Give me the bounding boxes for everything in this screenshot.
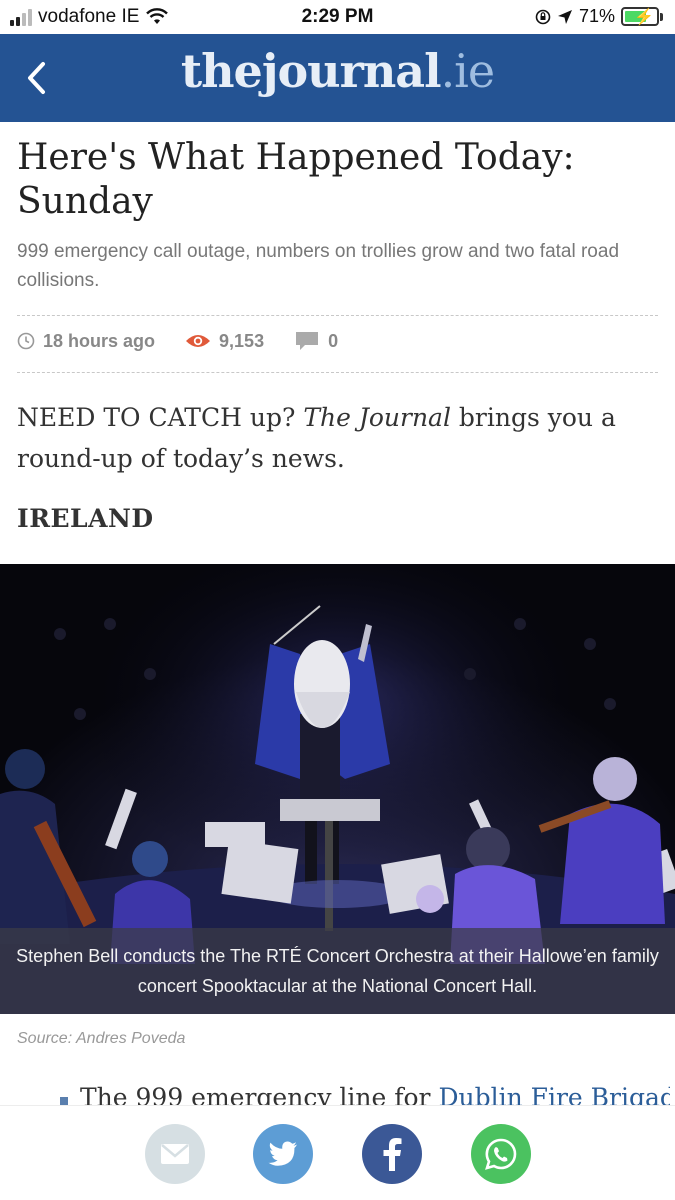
share-whatsapp-button[interactable]: [471, 1124, 531, 1184]
bullet-text-plain: The 999 emergency line for: [80, 1083, 439, 1107]
share-bar: [0, 1105, 675, 1200]
view-count: 9,153: [219, 330, 265, 351]
article-title: Here's What Happened Today: Sunday: [17, 137, 575, 222]
meta-divider-bottom: [17, 372, 658, 373]
meta-comments[interactable]: 0: [294, 330, 338, 352]
image-caption: Stephen Bell conducts the The RTÉ Concer…: [0, 928, 675, 1014]
intro-publication: The Journal: [303, 403, 451, 432]
section-heading: IRELAND: [17, 504, 154, 533]
battery-nub: [660, 12, 663, 21]
bullet-item: The 999 emergency line for Dublin Fire B…: [60, 1083, 670, 1107]
twitter-icon: [268, 1141, 297, 1166]
status-right: 71% ⚡: [535, 6, 663, 27]
article-intro: NEED TO CATCH up? The Journal brings you…: [17, 397, 657, 479]
clock-icon: [17, 332, 35, 350]
comment-count: 0: [328, 330, 339, 351]
logo-tld: .ie: [440, 44, 496, 98]
eye-icon: [186, 335, 211, 347]
status-bar: vodafone IE 2:29 PM 71% ⚡: [0, 0, 675, 34]
share-email-button[interactable]: [145, 1124, 205, 1184]
battery-icon: ⚡: [621, 7, 659, 26]
location-arrow-icon: [557, 9, 572, 24]
charging-bolt-icon: ⚡: [634, 9, 654, 26]
comment-icon: [296, 332, 319, 350]
share-facebook-button[interactable]: [362, 1124, 422, 1184]
bullet-text: The 999 emergency line for Dublin Fire B…: [80, 1083, 670, 1107]
meta-time: 18 hours ago: [17, 331, 155, 352]
share-twitter-button[interactable]: [253, 1124, 313, 1184]
site-logo[interactable]: thejournal.ie: [0, 44, 675, 98]
orientation-lock-icon: [535, 9, 551, 24]
image-source: Source: Andres Poveda: [17, 1030, 186, 1047]
time-ago: 18 hours ago: [43, 330, 156, 351]
whatsapp-icon: [485, 1138, 517, 1170]
article-image[interactable]: Stephen Bell conducts the The RTÉ Concer…: [0, 564, 675, 1014]
bullet-link[interactable]: Dublin Fire Brigade: [438, 1083, 670, 1107]
battery-percent: 71%: [578, 6, 615, 26]
envelope-icon: [161, 1144, 189, 1164]
article-subtitle: 999 emergency call outage, numbers on tr…: [17, 241, 620, 291]
facebook-icon: [383, 1138, 402, 1171]
article-meta: 18 hours ago 9,153 0: [17, 330, 368, 352]
intro-lead: NEED TO CATCH up?: [17, 403, 296, 432]
app-header: thejournal.ie: [0, 34, 675, 122]
article: Here's What Happened Today: Sunday 999 e…: [0, 122, 675, 562]
logo-main: thejournal: [180, 44, 442, 98]
meta-divider-top: [17, 315, 658, 316]
meta-views: 9,153: [185, 331, 264, 352]
